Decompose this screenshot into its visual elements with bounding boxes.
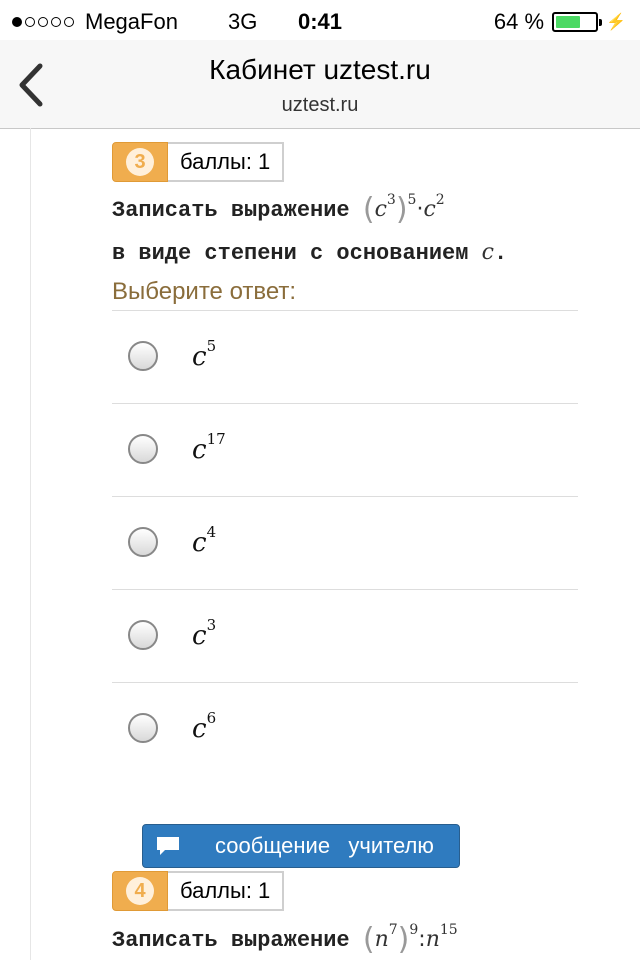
question-header: 4 баллы: 1 [112, 871, 285, 911]
question-number-badge: 4 [112, 871, 168, 911]
question-text: Записать выражение [112, 198, 350, 223]
answer-list: c5 c17 c4 c3 c6 [112, 310, 578, 776]
message-teacher-button[interactable]: сообщение учителю [142, 824, 460, 868]
answer-expression: c3 [192, 616, 217, 651]
radio-button[interactable] [128, 527, 158, 557]
status-right: 64 % ⚡ [494, 9, 626, 35]
page-subtitle: uztest.ru [281, 94, 359, 116]
question-text-line1: Записать выражение (n7)9:n15 [112, 922, 458, 957]
radio-button[interactable] [128, 434, 158, 464]
question-header: 3 баллы: 1 [112, 142, 285, 182]
choose-answer-label: Выберите ответ: [112, 278, 297, 305]
question-text: Записать выражение [112, 928, 350, 953]
question-text-line1: Записать выражение (c3)5·c2 [112, 192, 445, 227]
content-border [30, 128, 31, 960]
question-number-badge: 3 [112, 142, 168, 182]
radio-button[interactable] [128, 713, 158, 743]
question-variable: c [481, 240, 494, 265]
question-expression: (c3)5·c2 [362, 192, 445, 227]
page-title: Кабинет uztest.ru [209, 54, 431, 85]
answer-expression: c6 [192, 709, 217, 744]
answer-option-4[interactable]: c3 [112, 590, 578, 683]
question-text-line2: в виде степени с основанием c. [112, 240, 508, 266]
status-bar: MegaFon 3G 0:41 64 % ⚡ [0, 0, 640, 40]
navigation-bar: Кабинет uztest.ru uztest.ru [0, 40, 640, 129]
answer-expression: c17 [192, 430, 226, 465]
question-points: баллы: 1 [168, 871, 285, 911]
radio-button[interactable] [128, 620, 158, 650]
message-teacher-label: сообщение учителю [215, 833, 434, 858]
battery-icon [552, 12, 603, 32]
radio-button[interactable] [128, 341, 158, 371]
answer-option-2[interactable]: c17 [112, 404, 578, 497]
question-expression: (n7)9:n15 [362, 922, 458, 957]
answer-option-5[interactable]: c6 [112, 683, 578, 776]
speech-bubble-icon [157, 837, 179, 855]
question-points: баллы: 1 [168, 142, 285, 182]
battery-percent: 64 % [493, 9, 545, 34]
answer-option-3[interactable]: c4 [112, 497, 578, 590]
answer-expression: c5 [192, 337, 217, 372]
answer-option-1[interactable]: c5 [112, 311, 578, 404]
answer-expression: c4 [192, 523, 217, 558]
charging-bolt-icon: ⚡ [606, 14, 626, 31]
